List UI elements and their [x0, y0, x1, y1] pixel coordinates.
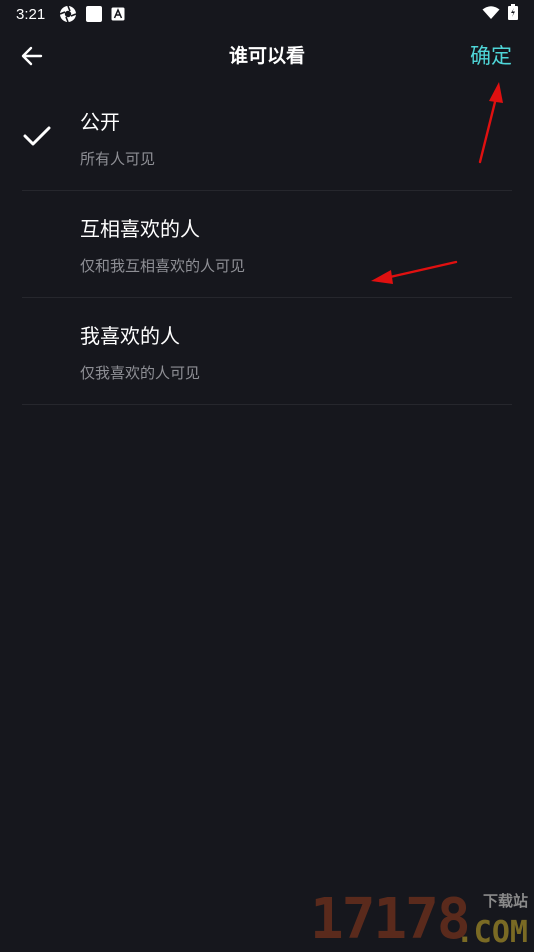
- page-title: 谁可以看: [228, 45, 305, 67]
- watermark-logo: 17178 下载站 .COM: [310, 890, 530, 948]
- wifi-icon: [482, 5, 500, 24]
- option-mutual-likes[interactable]: 互相喜欢的人 仅和我互相喜欢的人可见: [22, 191, 512, 298]
- aperture-icon: [59, 5, 77, 23]
- status-right-group: [482, 4, 518, 24]
- top-app-bar: 谁可以看 确定: [0, 32, 534, 80]
- visibility-option-list: 公开 所有人可见 互相喜欢的人 仅和我互相喜欢的人可见 我喜欢的人 仅我喜欢的人…: [22, 84, 512, 405]
- status-time: 3:21: [16, 5, 46, 23]
- watermark-number: 17178: [310, 887, 471, 952]
- option-public[interactable]: 公开 所有人可见: [22, 84, 512, 191]
- confirm-button[interactable]: 确定: [470, 32, 512, 80]
- option-title: 互相喜欢的人: [80, 217, 200, 241]
- battery-charging-icon: [508, 4, 518, 24]
- option-people-i-like[interactable]: 我喜欢的人 仅我喜欢的人可见: [22, 298, 512, 405]
- option-title: 公开: [80, 110, 120, 134]
- status-bar: 3:21: [0, 0, 534, 28]
- option-title: 我喜欢的人: [80, 324, 180, 348]
- option-description: 仅和我互相喜欢的人可见: [80, 257, 246, 275]
- a-app-icon: [111, 7, 125, 21]
- option-description: 所有人可见: [80, 150, 156, 168]
- watermark-domain: .COM: [455, 915, 528, 950]
- watermark-label: 下载站: [482, 892, 528, 910]
- check-icon: [23, 126, 51, 146]
- square-app-icon: [85, 5, 103, 23]
- option-description: 仅我喜欢的人可见: [80, 364, 201, 382]
